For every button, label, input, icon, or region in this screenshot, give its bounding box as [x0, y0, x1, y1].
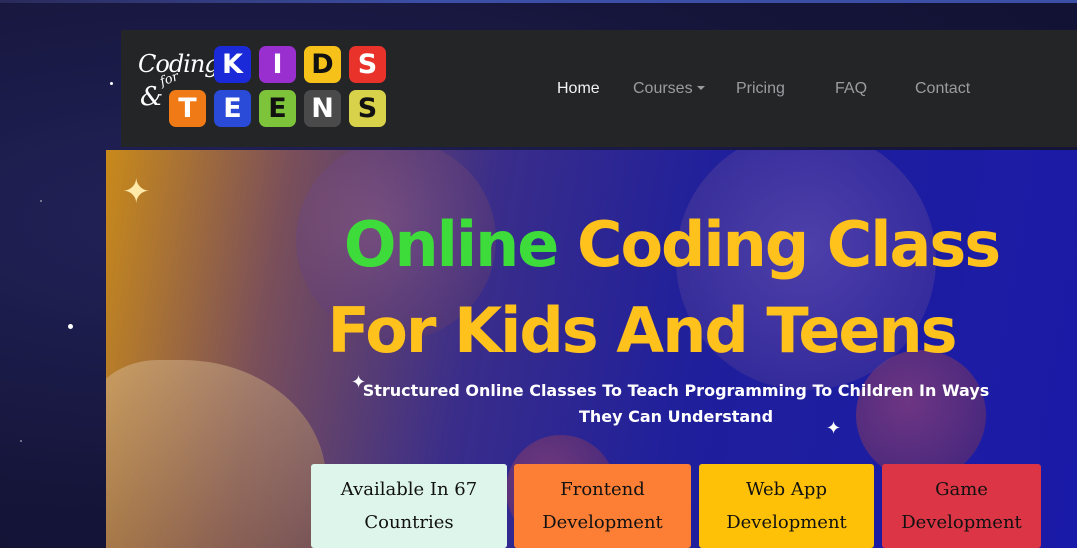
- card-game[interactable]: Game Development: [882, 464, 1041, 548]
- card-frontend[interactable]: Frontend Development: [514, 464, 691, 548]
- nav-contact[interactable]: Contact: [915, 80, 970, 98]
- star: [68, 324, 73, 329]
- hero-title-coding-class: Coding Class: [576, 208, 1001, 281]
- logo-letter-tile: I: [259, 46, 296, 83]
- logo[interactable]: Coding & for KIDS TEENS: [138, 44, 398, 134]
- page: Coding & for KIDS TEENS Home Courses Pri…: [0, 0, 1077, 548]
- logo-letter-tile: E: [214, 90, 251, 127]
- nav-faq[interactable]: FAQ: [835, 80, 867, 98]
- nav-pricing[interactable]: Pricing: [736, 80, 785, 98]
- navbar: Coding & for KIDS TEENS Home Courses Pri…: [121, 30, 1077, 147]
- logo-letter-tile: S: [349, 90, 386, 127]
- hero-title-online: Online: [343, 208, 560, 281]
- logo-letter-tile: T: [169, 90, 206, 127]
- hero-section: ✦ ✦ ✦ Online Coding Class For Kids And T…: [106, 150, 1077, 548]
- card-web-app[interactable]: Web App Development: [699, 464, 874, 548]
- nav-home[interactable]: Home: [557, 80, 600, 98]
- nav-courses-label: Courses: [633, 80, 693, 97]
- nav-courses[interactable]: Courses: [633, 80, 705, 98]
- card-countries-label: Available In 67 Countries: [340, 479, 478, 533]
- card-frontend-label: Frontend Development: [542, 479, 663, 533]
- logo-ampersand: &: [140, 82, 164, 112]
- logo-coding-text: Coding: [138, 50, 220, 78]
- card-web-app-label: Web App Development: [726, 479, 847, 533]
- hero-subtitle: Structured Online Classes To Teach Progr…: [362, 381, 990, 426]
- logo-letter-tile: S: [349, 46, 386, 83]
- browser-top-line: [0, 0, 1077, 3]
- hero-title-line-1: Online Coding Class: [106, 208, 1077, 281]
- star: [110, 82, 113, 85]
- caret-down-icon: [696, 86, 705, 90]
- book-illustration: [106, 360, 326, 548]
- logo-letter-tile: E: [259, 90, 296, 127]
- sparkle-icon: ✦: [122, 172, 151, 212]
- star: [20, 440, 22, 442]
- logo-letter-tile: D: [304, 46, 341, 83]
- logo-letter-tile: K: [214, 46, 251, 83]
- star: [40, 200, 42, 202]
- logo-letter-tile: N: [304, 90, 341, 127]
- card-countries[interactable]: Available In 67 Countries: [311, 464, 507, 548]
- hero-title-line-2: For Kids And Teens: [327, 294, 957, 367]
- card-game-label: Game Development: [901, 479, 1022, 533]
